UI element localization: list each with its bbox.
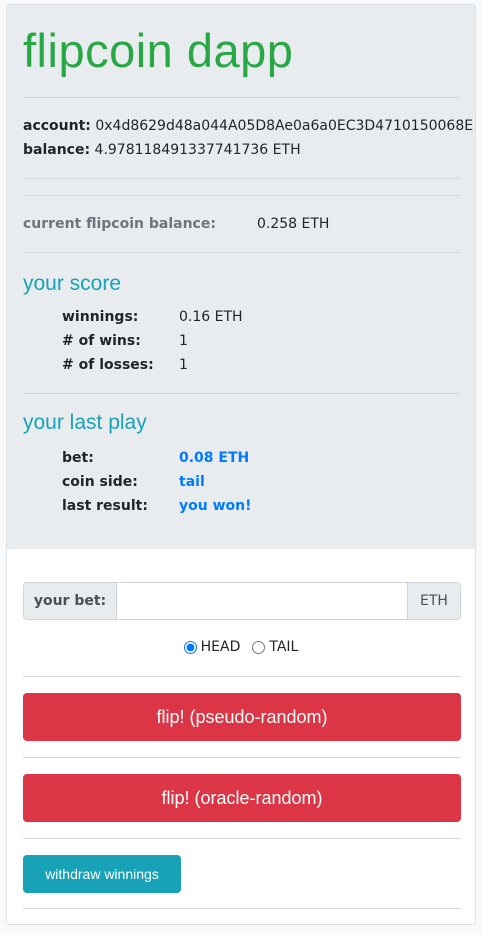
losses-label: # of losses: <box>62 357 154 373</box>
account-value: 0x4d8629d48a044A05D8Ae0a6a0EC3D471015006… <box>95 118 474 134</box>
wins-label: # of wins: <box>62 333 141 349</box>
flip-oracle-random-button[interactable]: flip! (oracle-random) <box>23 774 461 822</box>
last-play-heading: your last play <box>23 411 147 434</box>
page-title: flipcoin dapp <box>23 24 294 77</box>
radio-tail[interactable]: TAIL <box>252 639 298 655</box>
divider <box>23 178 461 179</box>
contract-balance-label: current flipcoin balance: <box>23 216 216 232</box>
winnings-label: winnings: <box>62 309 139 325</box>
bet-input-label: your bet: <box>24 583 117 619</box>
wins-value: 1 <box>179 333 188 349</box>
withdraw-winnings-button[interactable]: withdraw winnings <box>23 855 181 893</box>
divider <box>23 676 461 677</box>
bet-unit: ETH <box>407 583 460 619</box>
radio-tail-label: TAIL <box>269 639 299 655</box>
divider <box>23 838 461 839</box>
account-label: account: <box>23 118 91 134</box>
info-panel: flipcoin dapp account: 0x4d8629d48a044A0… <box>7 5 475 549</box>
winnings-value: 0.16 ETH <box>179 309 243 325</box>
radio-head[interactable]: HEAD <box>183 639 241 655</box>
divider <box>23 252 461 253</box>
contract-balance-value: 0.258 ETH <box>257 216 330 232</box>
radio-tail-input[interactable] <box>252 640 266 654</box>
divider <box>23 195 461 196</box>
score-heading: your score <box>23 272 122 295</box>
losses-value: 1 <box>179 357 188 373</box>
radio-head-input[interactable] <box>183 640 197 654</box>
result-value: you won! <box>179 498 252 514</box>
side-label: coin side: <box>62 474 138 490</box>
radio-head-label: HEAD <box>200 639 241 655</box>
main-card: flipcoin dapp account: 0x4d8629d48a044A0… <box>6 4 476 925</box>
balance-value: 4.978118491337741736 ETH <box>94 142 301 158</box>
side-value: tail <box>179 474 205 490</box>
divider <box>23 757 461 758</box>
bet-label: bet: <box>62 450 94 466</box>
bet-input-group: your bet: ETH <box>23 582 461 620</box>
result-label: last result: <box>62 498 148 514</box>
divider <box>23 97 461 98</box>
bet-value: 0.08 ETH <box>179 450 250 466</box>
bet-input[interactable] <box>117 583 407 619</box>
coin-side-selector: HEAD TAIL <box>7 639 475 655</box>
divider <box>23 908 461 909</box>
divider <box>23 393 461 394</box>
balance-label: balance: <box>23 142 91 158</box>
flip-pseudo-random-button[interactable]: flip! (pseudo-random) <box>23 693 461 741</box>
